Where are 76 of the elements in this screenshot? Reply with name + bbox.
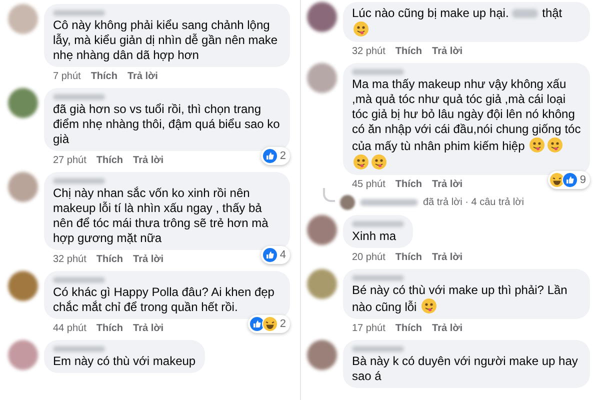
comment-text: Ma ma thấy makeup như vậy không xấu ,mà quả tóc như quả tóc giả ,mà cái loại tóc giả bị hư bỏ lâu ngày đội lên nó không có ăn nhập với cái đầu,nói chung giống tóc của mấy tù nhân phim kiếm hiệp bbox=[352, 77, 581, 171]
blurred-name bbox=[360, 198, 418, 206]
avatar[interactable] bbox=[307, 269, 337, 299]
blurred-name bbox=[53, 178, 105, 184]
reply-link[interactable]: Trả lời bbox=[133, 152, 164, 168]
reply-link[interactable]: Trả lời bbox=[127, 68, 158, 84]
reaction-count: 2 bbox=[280, 148, 286, 164]
comment-text: Có khác gì Happy Polla đâu? Ai khen đẹp chắc mắt chỉ để trong quần hết rồi. bbox=[53, 285, 276, 315]
tongue-face-icon bbox=[353, 154, 369, 170]
reaction-count: 4 bbox=[280, 248, 286, 263]
blurred-name bbox=[53, 277, 105, 283]
thread-connector bbox=[323, 188, 335, 202]
reply-link[interactable]: Trả lời bbox=[432, 250, 463, 264]
blurred-name bbox=[352, 275, 404, 281]
comment-time: 44 phút bbox=[53, 322, 86, 336]
like-link[interactable]: Thích bbox=[395, 176, 422, 192]
reaction-badge[interactable]: 4 bbox=[260, 246, 290, 264]
thumbs-up-icon bbox=[562, 172, 578, 188]
reply-link[interactable]: Trả lời bbox=[432, 176, 463, 192]
like-link[interactable]: Thích bbox=[395, 44, 422, 58]
comment-time: 32 phút bbox=[352, 44, 386, 58]
tongue-face-icon bbox=[529, 137, 546, 153]
comment-text: Cô này không phải kiểu sang chảnh lộng lẫy, mà kiểu giản dị nhìn dễ gần nên make nhẹ nhàng dân dã hợp hơn bbox=[53, 18, 279, 63]
tongue-face-icon bbox=[371, 154, 387, 170]
like-link[interactable]: Thích bbox=[96, 252, 124, 266]
blurred-name bbox=[53, 10, 105, 16]
comment-time: 7 phút bbox=[53, 70, 81, 84]
like-link[interactable]: Thích bbox=[96, 320, 124, 336]
tongue-face-icon bbox=[547, 137, 564, 153]
comment-text: Xinh ma bbox=[352, 229, 398, 244]
avatar[interactable] bbox=[8, 4, 38, 34]
thumbs-up-icon bbox=[262, 148, 278, 164]
blurred-name bbox=[352, 69, 404, 75]
comment-text: Lúc nào cũng bị make up hại. thật bbox=[352, 6, 581, 38]
avatar[interactable] bbox=[340, 194, 355, 210]
comment-time: 45 phút bbox=[352, 178, 386, 192]
like-link[interactable]: Thích bbox=[395, 250, 422, 264]
blurred-name bbox=[352, 346, 404, 352]
blurred-name bbox=[352, 221, 404, 227]
like-link[interactable]: Thích bbox=[96, 152, 124, 168]
replies-link[interactable]: đã trả lời · 4 câu trả lời bbox=[423, 194, 524, 210]
reaction-count: 9 bbox=[580, 172, 586, 188]
tongue-face-icon bbox=[421, 298, 438, 314]
comment-text: Bà này k có duyên với người make up hay sao á bbox=[352, 354, 579, 384]
reaction-badge[interactable]: 9 bbox=[548, 171, 590, 189]
avatar[interactable] bbox=[307, 63, 337, 93]
like-link[interactable]: Thích bbox=[395, 320, 422, 336]
comment-text: Bé này có thù với make up thì phải? Lần nào cũng lỗi bbox=[352, 283, 568, 315]
reaction-badge[interactable]: 2 bbox=[260, 147, 290, 165]
avatar[interactable] bbox=[8, 340, 38, 370]
laughing-face-icon bbox=[262, 316, 278, 332]
blurred-name bbox=[53, 94, 105, 100]
avatar[interactable] bbox=[8, 172, 38, 202]
reply-link[interactable]: Trả lời bbox=[133, 320, 164, 336]
comment-text: Em này có thù với makeup bbox=[53, 354, 196, 369]
like-link[interactable]: Thích bbox=[90, 68, 118, 84]
reaction-count: 2 bbox=[280, 316, 286, 332]
comment-time: 17 phút bbox=[352, 322, 386, 336]
avatar[interactable] bbox=[8, 88, 38, 118]
avatar[interactable] bbox=[307, 215, 337, 245]
comment-time: 20 phút bbox=[352, 250, 386, 264]
reply-link[interactable]: Trả lời bbox=[432, 44, 463, 58]
blurred-word bbox=[512, 9, 538, 18]
avatar[interactable] bbox=[307, 340, 337, 370]
tongue-face-icon bbox=[353, 21, 369, 37]
avatar[interactable] bbox=[8, 271, 38, 301]
reply-link[interactable]: Trả lời bbox=[432, 320, 463, 336]
comment-text: đã già hơn so vs tuổi rồi, thì chọn trang điểm nhẹ nhàng thôi, đậm quá biểu sao ko già bbox=[53, 102, 281, 147]
reply-link[interactable]: Trả lời bbox=[133, 252, 164, 266]
comment-text: Chị này nhan sắc vốn ko xinh rồi nên makeup lỗi tí là nhìn xấu ngay , thấy bả nên để tóc mái thưa trông sẽ trẻ hơn mà hợp gương mặt nữa bbox=[53, 186, 270, 246]
thumbs-up-icon bbox=[262, 247, 278, 263]
reaction-badge[interactable]: 2 bbox=[248, 315, 290, 333]
avatar[interactable] bbox=[307, 2, 337, 32]
comment-time: 27 phút bbox=[53, 154, 86, 168]
blurred-name bbox=[53, 346, 105, 352]
comment-time: 32 phút bbox=[53, 252, 86, 266]
